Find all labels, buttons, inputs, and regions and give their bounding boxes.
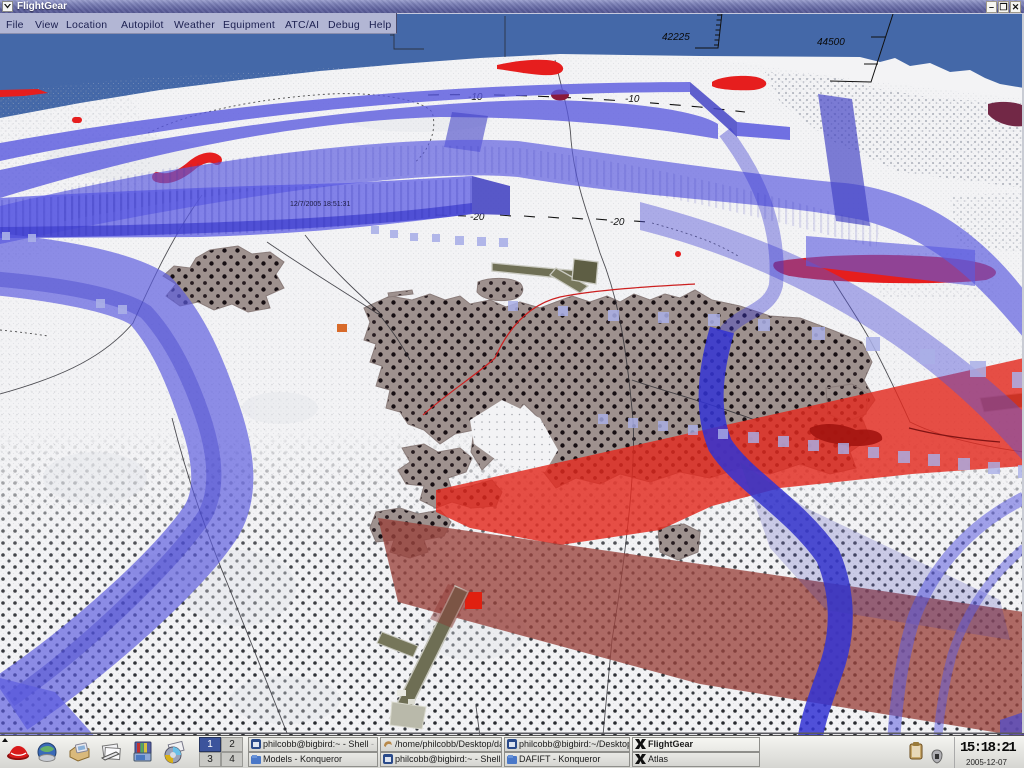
svg-text:-20: -20	[610, 217, 625, 228]
svg-text:44500: 44500	[817, 37, 845, 48]
svg-text:12/7/2005 18:51:31: 12/7/2005 18:51:31	[290, 201, 350, 208]
svg-text:-10: -10	[625, 94, 640, 105]
svg-text:42225: 42225	[662, 32, 690, 43]
